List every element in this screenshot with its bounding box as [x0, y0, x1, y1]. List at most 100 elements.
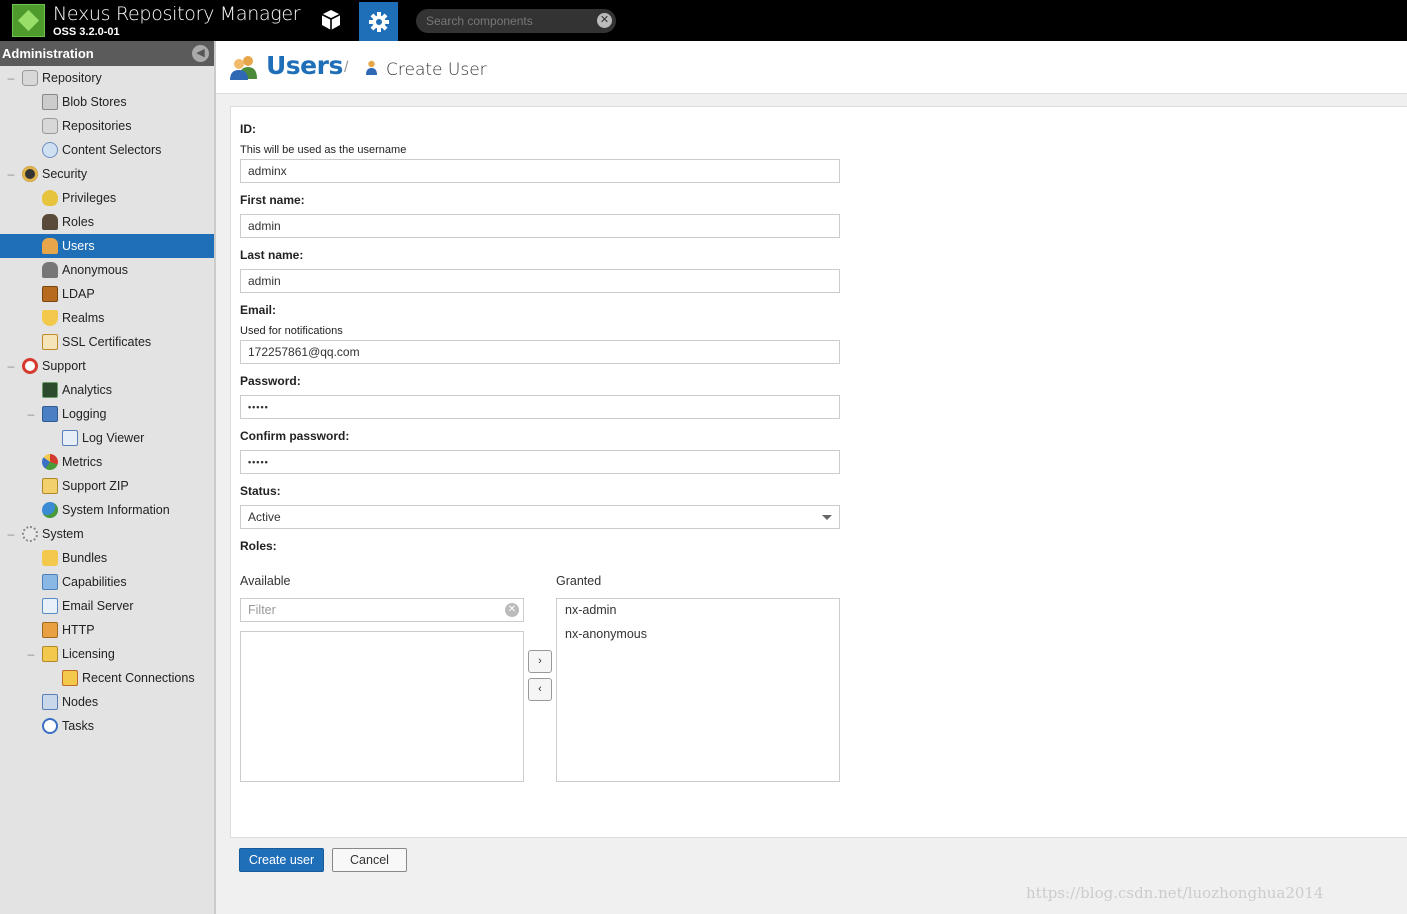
sidebar-header: Administration ◀	[0, 41, 214, 66]
filter-clear-icon[interactable]: ✕	[505, 603, 519, 617]
sidebar-item-system[interactable]: – System	[0, 522, 214, 546]
first-name-label: First name:	[240, 193, 305, 207]
medal-icon	[42, 190, 58, 206]
sidebar-item-security[interactable]: – Security	[0, 162, 214, 186]
selector-icon	[42, 142, 58, 158]
sidebar-item-licensing[interactable]: – Licensing	[0, 642, 214, 666]
sidebar-item-analytics[interactable]: Analytics	[0, 378, 214, 402]
security-icon	[22, 166, 38, 182]
scroll-icon	[62, 430, 78, 446]
sidebar-item-logging[interactable]: – Logging	[0, 402, 214, 426]
sidebar-item-capabilities[interactable]: Capabilities	[0, 570, 214, 594]
ldap-book-icon	[42, 286, 58, 302]
top-bar: Nexus Repository Manager OSS 3.2.0-01 Se…	[0, 0, 1407, 41]
license-icon	[42, 646, 58, 662]
sidebar-item-anonymous[interactable]: Anonymous	[0, 258, 214, 282]
roles-label: Roles:	[240, 539, 277, 553]
granted-role-item[interactable]: nx-anonymous	[557, 623, 839, 647]
sidebar-item-label: LDAP	[62, 287, 95, 301]
sidebar-item-bundles[interactable]: Bundles	[0, 546, 214, 570]
confirm-password-label: Confirm password:	[240, 429, 350, 443]
sidebar-item-blob-stores[interactable]: Blob Stores	[0, 90, 214, 114]
sidebar-item-metrics[interactable]: Metrics	[0, 450, 214, 474]
password-label: Password:	[240, 374, 301, 388]
sidebar-item-label: Privileges	[62, 191, 117, 205]
collapse-toggle-icon[interactable]: –	[6, 359, 16, 373]
clock-icon	[42, 718, 58, 734]
globe-icon	[42, 502, 58, 518]
sidebar-item-label: Metrics	[62, 455, 103, 469]
sidebar-item-label: Users	[62, 239, 95, 253]
password-field[interactable]: •••••	[240, 395, 840, 419]
collapse-toggle-icon[interactable]: –	[6, 167, 16, 181]
sidebar-item-log-viewer[interactable]: Log Viewer	[0, 426, 214, 450]
sidebar-item-label: Capabilities	[62, 575, 127, 589]
grant-role-button[interactable]: ›	[528, 650, 552, 673]
sidebar-item-nodes[interactable]: Nodes	[0, 690, 214, 714]
sidebar-item-repository[interactable]: – Repository	[0, 66, 214, 90]
email-label: Email:	[240, 303, 277, 317]
sidebar-item-realms[interactable]: Realms	[0, 306, 214, 330]
chevron-down-icon[interactable]	[822, 515, 832, 520]
sidebar-item-support-zip[interactable]: Support ZIP	[0, 474, 214, 498]
sidebar-item-ssl-certificates[interactable]: SSL Certificates	[0, 330, 214, 354]
sidebar-item-content-selectors[interactable]: Content Selectors	[0, 138, 214, 162]
collapse-toggle-icon[interactable]: –	[26, 647, 36, 661]
sidebar-item-label: Bundles	[62, 551, 108, 565]
sidebar-item-label: Blob Stores	[62, 95, 127, 109]
sidebar-item-label: HTTP	[62, 623, 95, 637]
user-icon	[366, 60, 377, 75]
sidebar-item-label: Recent Connections	[82, 671, 195, 685]
browse-cube-icon[interactable]	[313, 2, 349, 38]
revoke-role-button[interactable]: ‹	[528, 678, 552, 701]
confirm-password-field[interactable]: •••••	[240, 450, 840, 474]
sidebar-item-repositories[interactable]: Repositories	[0, 114, 214, 138]
id-field[interactable]: adminx	[240, 159, 840, 183]
status-select[interactable]: Active	[240, 505, 840, 529]
sidebar-item-label: Realms	[62, 311, 105, 325]
sidebar-item-support[interactable]: – Support	[0, 354, 214, 378]
sidebar-item-label: Licensing	[62, 647, 115, 661]
cancel-button[interactable]: Cancel	[332, 848, 407, 872]
users-icon	[230, 56, 257, 80]
collapse-toggle-icon[interactable]: –	[6, 71, 16, 85]
sidebar-item-users[interactable]: Users	[0, 234, 214, 258]
search-clear-icon[interactable]: ✕	[597, 13, 612, 28]
sidebar-item-label: Support	[42, 359, 86, 373]
sidebar-item-ldap[interactable]: LDAP	[0, 282, 214, 306]
email-hint: Used for notifications	[240, 325, 343, 337]
email-field[interactable]: 172257861@qq.com	[240, 340, 840, 364]
sidebar-item-privileges[interactable]: Privileges	[0, 186, 214, 210]
granted-role-item[interactable]: nx-admin	[557, 599, 839, 623]
nodes-icon	[42, 694, 58, 710]
create-user-button[interactable]: Create user	[239, 848, 324, 872]
id-label: ID:	[240, 122, 256, 136]
sidebar-item-recent-connections[interactable]: Recent Connections	[0, 666, 214, 690]
collapse-toggle-icon[interactable]: –	[6, 527, 16, 541]
page-title: Users	[266, 51, 343, 80]
search-input[interactable]: Search components ✕	[416, 9, 616, 33]
collapse-toggle-icon[interactable]: –	[26, 407, 36, 421]
available-roles-list[interactable]	[240, 631, 524, 782]
sidebar-item-tasks[interactable]: Tasks	[0, 714, 214, 738]
last-name-label: Last name:	[240, 248, 304, 262]
first-name-field[interactable]: admin	[240, 214, 840, 238]
sidebar-item-system-information[interactable]: System Information	[0, 498, 214, 522]
admin-gear-icon[interactable]	[359, 2, 398, 41]
admin-nav-tree: – Repository Blob Stores Repositories Conten…	[0, 66, 214, 738]
shield-icon	[42, 310, 58, 326]
status-label: Status:	[240, 484, 281, 498]
sidebar-item-label: Email Server	[62, 599, 134, 613]
granted-roles-list[interactable]: nx-admin nx-anonymous	[556, 598, 840, 782]
admin-sidebar: Administration ◀ – Repository Blob Stores R…	[0, 41, 216, 914]
id-hint: This will be used as the username	[240, 144, 407, 156]
sidebar-item-email-server[interactable]: Email Server	[0, 594, 214, 618]
roles-filter-input[interactable]: Filter ✕	[240, 598, 524, 622]
collapse-sidebar-icon[interactable]: ◀	[192, 45, 209, 62]
last-name-field[interactable]: admin	[240, 269, 840, 293]
sidebar-item-http[interactable]: HTTP	[0, 618, 214, 642]
sidebar-item-label: Repository	[42, 71, 102, 85]
sidebar-item-roles[interactable]: Roles	[0, 210, 214, 234]
log-book-icon	[42, 406, 58, 422]
app-title: Nexus Repository Manager	[53, 3, 301, 25]
